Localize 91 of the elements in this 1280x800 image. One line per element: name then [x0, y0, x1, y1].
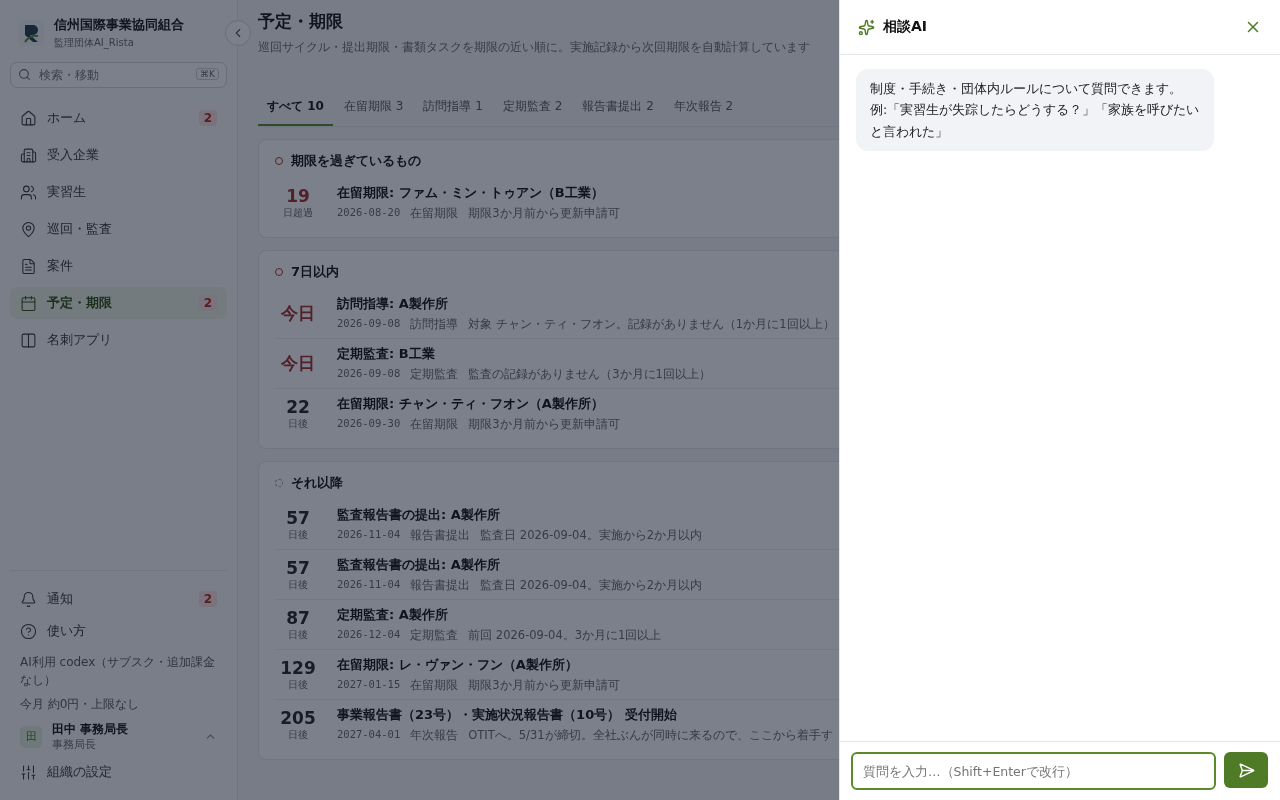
nav-item[interactable]: 名刺アプリ [10, 324, 227, 356]
days-count: 今日 [280, 302, 316, 325]
question-field[interactable]: 質問を入力…（Shift+Enterで改行） [851, 752, 1216, 790]
due-date: 2026-11-04 [337, 578, 401, 592]
search-icon [18, 68, 31, 81]
nav-item[interactable]: 実習生 [10, 176, 227, 208]
task-category: 在留期限 [410, 417, 459, 432]
task-category: 報告書提出 [410, 528, 471, 543]
org-name: 信州国際事業協同組合 [54, 16, 184, 34]
bell-icon [20, 590, 37, 608]
collapse-button[interactable] [225, 20, 251, 46]
document-icon [20, 257, 37, 275]
panel-title: 相談AI [883, 18, 929, 36]
days-count: 87 [285, 607, 311, 628]
filter-tab[interactable]: 報告書提出 2 [573, 92, 663, 126]
task-note: 監査日 2026-09-04。実施から2か月以内 [480, 528, 703, 543]
days-count: 57 [285, 507, 311, 528]
task-title[interactable]: 在留期限: ファム・ミン・トゥアン（B工業） [337, 184, 620, 202]
due-date: 2026-08-20 [337, 206, 401, 220]
count-badge: 2 [198, 591, 217, 607]
filter-tab[interactable]: 定期監査 2 [493, 92, 572, 126]
task-note: 期限3か月前から更新申請可 [468, 417, 620, 432]
nav-item[interactable]: ホーム 2 [10, 102, 227, 134]
section-title: 期限を過ぎているもの [291, 152, 421, 170]
due-date: 2027-01-15 [337, 678, 401, 692]
days-count: 205 [279, 707, 317, 728]
count-badge: 2 [198, 110, 217, 126]
nav-item[interactable]: 予定・期限 2 [10, 287, 227, 319]
task-title[interactable]: 監査報告書の提出: A製作所 [337, 556, 703, 574]
task-category: 在留期限 [410, 678, 459, 693]
calendar-icon [20, 294, 37, 312]
task-category: 定期監査 [410, 367, 459, 382]
page-title: 予定・期限 [258, 10, 344, 33]
days-count: 129 [279, 657, 317, 678]
due-date: 2026-09-08 [337, 367, 401, 381]
building-icon [20, 146, 37, 164]
nav-item[interactable]: 案件 [10, 250, 227, 282]
usage-text: AI利用 codex（サブスク・追加課金なし） [19, 654, 217, 689]
task-category: 年次報告 [410, 728, 459, 743]
task-title[interactable]: 在留期限: チャン・ティ・フオン（A製作所） [337, 395, 620, 413]
message-line: 制度・手続き・団体内ルールについて質問できます。 [870, 80, 1183, 98]
task-category: 定期監査 [410, 628, 459, 643]
filter-tab[interactable]: 訪問指導 1 [414, 92, 492, 126]
people-icon [20, 183, 37, 201]
task-title[interactable]: 事業報告書（23号）・実施状況報告書（10号） 受付開始 [337, 706, 833, 724]
due-date: 2026-12-04 [337, 628, 401, 642]
sliders-icon [20, 763, 37, 781]
days-count: 57 [285, 557, 311, 578]
task-title[interactable]: 監査報告書の提出: A製作所 [337, 506, 703, 524]
filter-tab[interactable]: 年次報告 2 [664, 92, 743, 126]
home-icon [20, 109, 37, 127]
help-icon [20, 622, 37, 640]
section-title: 7日以内 [291, 263, 340, 281]
nav-item[interactable]: 使い方 [10, 615, 227, 647]
days-count: 19 [285, 185, 311, 206]
dim-overlay[interactable] [0, 0, 839, 800]
send-button[interactable] [1224, 752, 1268, 788]
task-title[interactable]: 在留期限: レ・ヴァン・フン（A製作所） [337, 656, 620, 674]
user-name: 田中 事務局長 [52, 721, 130, 738]
filter-tab[interactable]: すべて 10 [258, 92, 333, 126]
task-note: 監査日 2026-09-04。実施から2か月以内 [480, 578, 703, 593]
nav-item[interactable]: 巡回・監査 [10, 213, 227, 245]
task-title[interactable]: 定期監査: B工業 [337, 345, 711, 363]
task-title[interactable]: 訪問指導: A製作所 [337, 295, 835, 313]
filter-tab[interactable]: 在留期限 3 [334, 92, 413, 126]
task-category: 訪問指導 [410, 317, 459, 332]
due-date: 2026-09-30 [337, 417, 401, 431]
nav-item[interactable]: 受入企業 [10, 139, 227, 171]
user-role: 事務局長 [52, 738, 97, 752]
sparkles-icon [858, 18, 875, 36]
message-line: 例:「実習生が失踪したらどうする？」「家族を呼びたいと言われた」 [870, 101, 1200, 141]
send-icon [1237, 761, 1255, 779]
task-category: 報告書提出 [410, 578, 471, 593]
due-date: 2026-09-08 [337, 317, 401, 331]
task-note: 期限3か月前から更新申請可 [468, 206, 620, 221]
days-count: 今日 [280, 352, 316, 375]
days-count: 22 [285, 396, 311, 417]
task-note: 期限3か月前から更新申請可 [468, 678, 620, 693]
shortcut-key: ⌘K [196, 68, 219, 80]
due-date: 2026-11-04 [337, 528, 401, 542]
avatar: 田 [20, 725, 42, 748]
count-badge: 2 [198, 295, 217, 311]
task-note: OTITへ。5/31が締切。全社ぶんが同時に来るので、ここから着手す [468, 728, 833, 743]
section-title: それ以降 [291, 474, 343, 492]
nav-item[interactable]: 組織の設定 [10, 756, 227, 788]
task-title[interactable]: 定期監査: A製作所 [337, 606, 662, 624]
nav-item[interactable]: 通知 2 [10, 583, 227, 615]
columns-icon [20, 331, 37, 349]
map-pin-icon [20, 220, 37, 238]
due-date: 2027-04-01 [337, 728, 401, 742]
task-category: 在留期限 [410, 206, 459, 221]
